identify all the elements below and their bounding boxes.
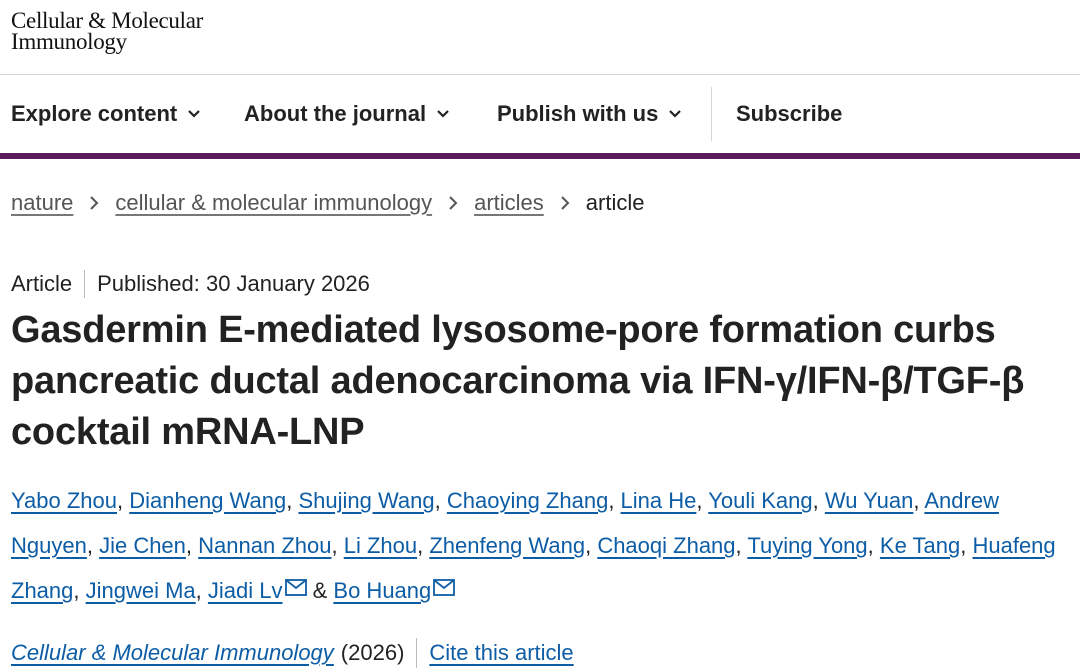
publication-year: (2026) bbox=[340, 640, 405, 665]
mail-icon[interactable] bbox=[433, 579, 456, 596]
site-header: Cellular & Molecular Immunology bbox=[0, 0, 1080, 75]
nav-about-journal[interactable]: About the journal bbox=[244, 101, 450, 127]
main-nav: Explore content About the journal Publis… bbox=[0, 75, 1080, 153]
author-link[interactable]: Jiadi Lv bbox=[208, 578, 283, 603]
nav-publish-label: Publish with us bbox=[497, 101, 659, 126]
accent-bar bbox=[0, 153, 1080, 159]
chevron-down-icon bbox=[188, 110, 201, 118]
author-link[interactable]: Tuying Yong bbox=[747, 533, 867, 558]
author-link[interactable]: Chaoqi Zhang bbox=[597, 533, 735, 558]
breadcrumb-articles[interactable]: articles bbox=[474, 190, 544, 216]
breadcrumb: nature cellular & molecular immunology a… bbox=[11, 190, 644, 216]
breadcrumb-journal[interactable]: cellular & molecular immunology bbox=[115, 190, 432, 216]
breadcrumb-current: article bbox=[585, 190, 645, 215]
chevron-down-icon bbox=[437, 110, 449, 118]
author-link[interactable]: Jie Chen bbox=[99, 533, 186, 558]
chevron-right-icon bbox=[90, 196, 99, 210]
cite-divider bbox=[416, 638, 418, 668]
logo-line-2: Immunology bbox=[11, 29, 127, 54]
author-link[interactable]: Nannan Zhou bbox=[198, 533, 331, 558]
author-link[interactable]: Zhenfeng Wang bbox=[429, 533, 585, 558]
nav-about-label: About the journal bbox=[244, 101, 427, 126]
author-link[interactable]: Youli Kang bbox=[708, 488, 812, 513]
mail-icon[interactable] bbox=[284, 579, 307, 596]
author-list: Yabo Zhou, Dianheng Wang, Shujing Wang, … bbox=[11, 488, 1056, 603]
breadcrumb-nature[interactable]: nature bbox=[11, 190, 73, 216]
author-link[interactable]: Li Zhou bbox=[344, 533, 417, 558]
article-title: Gasdermin E-mediated lysosome-pore forma… bbox=[11, 309, 1025, 453]
journal-logo[interactable]: Cellular & Molecular Immunology bbox=[11, 8, 203, 54]
published-date: Published: 30 January 2026 bbox=[97, 271, 370, 296]
author-link[interactable]: Jingwei Ma bbox=[86, 578, 196, 603]
author-link[interactable]: Ke Tang bbox=[880, 533, 960, 558]
author-link[interactable]: Lina He bbox=[621, 488, 697, 513]
nav-subscribe-label: Subscribe bbox=[736, 101, 843, 126]
author-link[interactable]: Chaoying Zhang bbox=[447, 488, 608, 513]
nav-explore-content[interactable]: Explore content bbox=[11, 101, 201, 127]
cite-this-article-link[interactable]: Cite this article bbox=[429, 640, 573, 666]
author-link[interactable]: Wu Yuan bbox=[825, 488, 913, 513]
article-type: Article bbox=[11, 271, 73, 296]
author-link[interactable]: Shujing Wang bbox=[298, 488, 434, 513]
article-meta: Article Published: 30 January 2026 bbox=[11, 270, 370, 298]
citation-line: Cellular & Molecular Immunology (2026) C… bbox=[11, 638, 574, 668]
nav-publish-with-us[interactable]: Publish with us bbox=[497, 101, 682, 127]
nav-explore-label: Explore content bbox=[11, 101, 178, 126]
nav-subscribe[interactable]: Subscribe bbox=[736, 101, 842, 127]
journal-link[interactable]: Cellular & Molecular Immunology bbox=[11, 640, 334, 666]
chevron-right-icon bbox=[561, 196, 570, 210]
chevron-right-icon bbox=[449, 196, 458, 210]
author-link[interactable]: Bo Huang bbox=[333, 578, 431, 603]
logo-line-1: Cellular & Molecular bbox=[11, 8, 203, 33]
chevron-down-icon bbox=[669, 110, 682, 118]
author-ampersand: & bbox=[306, 578, 334, 603]
author-link[interactable]: Yabo Zhou bbox=[11, 488, 117, 513]
author-link[interactable]: Dianheng Wang bbox=[129, 488, 286, 513]
nav-divider bbox=[711, 87, 712, 141]
meta-divider bbox=[84, 270, 86, 298]
